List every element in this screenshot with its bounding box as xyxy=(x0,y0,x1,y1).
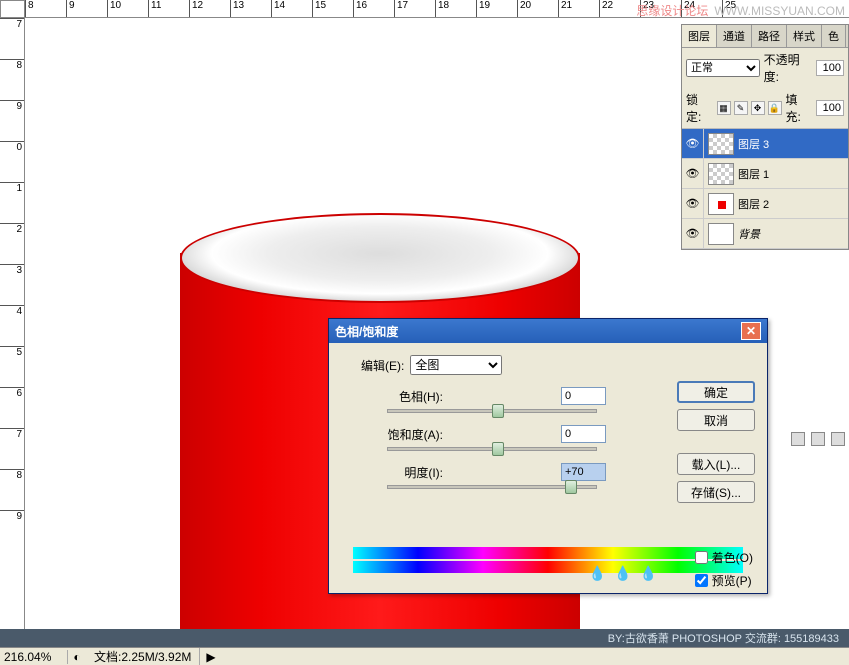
hue-slider[interactable] xyxy=(387,409,597,413)
mini-icon-3[interactable] xyxy=(831,432,845,446)
opacity-label: 不透明度: xyxy=(764,51,812,85)
footer-credit: BY:古欲香萧 PHOTOSHOP 交流群: 155189433 xyxy=(0,629,849,647)
layer-thumbnail[interactable] xyxy=(708,163,734,185)
lock-move-icon[interactable]: ✥ xyxy=(751,101,765,115)
layer-row[interactable]: 图层 2 xyxy=(682,189,848,219)
tab-styles[interactable]: 样式 xyxy=(787,25,822,47)
lock-paint-icon[interactable]: ✎ xyxy=(734,101,748,115)
document-size: 文档:2.25M/3.92M xyxy=(86,648,200,665)
ruler-corner xyxy=(0,0,25,18)
eyedropper-plus-icon[interactable]: 💧 xyxy=(614,565,631,582)
saturation-label: 饱和度(A): xyxy=(341,426,451,443)
hue-label: 色相(H): xyxy=(341,388,451,405)
colorize-checkbox[interactable]: 着色(O) xyxy=(695,549,753,566)
layers-panel: 图层 通道 路径 样式 色 正常 不透明度: 锁定: ▦ ✎ ✥ 🔒 填充: 图… xyxy=(681,24,849,250)
watermark: 思缘设计论坛WWW.MISSYUAN.COM xyxy=(636,2,845,19)
load-button[interactable]: 载入(L)... xyxy=(677,453,755,475)
layer-name-label: 图层 1 xyxy=(738,166,769,182)
lightness-slider[interactable] xyxy=(387,485,597,489)
eyedropper-tools: 💧 💧 💧 xyxy=(589,565,657,582)
hue-slider-thumb[interactable] xyxy=(492,404,504,418)
zoom-level[interactable]: 216.04% xyxy=(0,650,68,664)
layer-name-label: 图层 2 xyxy=(738,196,769,212)
saturation-input[interactable] xyxy=(561,425,606,443)
layer-name-label: 图层 3 xyxy=(738,136,769,152)
edit-label: 编辑(E): xyxy=(361,357,404,374)
lightness-label: 明度(I): xyxy=(341,464,451,481)
dialog-title: 色相/饱和度 xyxy=(335,323,741,340)
blend-mode-select[interactable]: 正常 xyxy=(686,59,760,77)
dialog-titlebar[interactable]: 色相/饱和度 ✕ xyxy=(329,319,767,343)
tab-color[interactable]: 色 xyxy=(822,25,846,47)
panel-tabs: 图层 通道 路径 样式 色 xyxy=(682,25,848,48)
tab-layers[interactable]: 图层 xyxy=(682,25,717,47)
saturation-slider[interactable] xyxy=(387,447,597,451)
status-flyout-icon[interactable]: ▶ xyxy=(200,650,221,664)
ok-button[interactable]: 确定 xyxy=(677,381,755,403)
opacity-input[interactable] xyxy=(816,60,844,76)
hue-input[interactable] xyxy=(561,387,606,405)
visibility-eye-icon[interactable] xyxy=(682,159,704,189)
visibility-eye-icon[interactable] xyxy=(682,129,704,159)
hue-spectrum-top xyxy=(353,547,743,559)
tab-paths[interactable]: 路径 xyxy=(752,25,787,47)
tab-channels[interactable]: 通道 xyxy=(717,25,752,47)
fill-label: 填充: xyxy=(786,91,813,125)
close-button[interactable]: ✕ xyxy=(741,322,761,340)
saturation-slider-thumb[interactable] xyxy=(492,442,504,456)
layer-row[interactable]: 背景 xyxy=(682,219,848,249)
ruler-vertical: 7890123456789 xyxy=(0,18,25,647)
layer-thumbnail[interactable] xyxy=(708,133,734,155)
layer-name-label: 背景 xyxy=(738,226,760,242)
panel-mini-icons xyxy=(791,432,845,446)
eyedropper-minus-icon[interactable]: 💧 xyxy=(640,565,657,582)
lock-all-icon[interactable]: 🔒 xyxy=(768,101,782,115)
mini-icon-2[interactable] xyxy=(811,432,825,446)
hue-saturation-dialog: 色相/饱和度 ✕ 编辑(E): 全图 色相(H): 饱和度(A): 明度(I):… xyxy=(328,318,768,594)
lightness-input[interactable] xyxy=(561,463,606,481)
fill-input[interactable] xyxy=(816,100,844,116)
lock-label: 锁定: xyxy=(686,91,713,125)
visibility-eye-icon[interactable] xyxy=(682,189,704,219)
cancel-button[interactable]: 取消 xyxy=(677,409,755,431)
lock-transparency-icon[interactable]: ▦ xyxy=(717,101,731,115)
eyedropper-icon[interactable]: 💧 xyxy=(589,565,606,582)
status-bar: 216.04% ◐ 文档:2.25M/3.92M ▶ xyxy=(0,647,849,665)
layer-row[interactable]: 图层 1 xyxy=(682,159,848,189)
hue-spectrum-bottom xyxy=(353,561,743,573)
layer-thumbnail[interactable] xyxy=(708,223,734,245)
lightness-slider-thumb[interactable] xyxy=(565,480,577,494)
preview-checkbox[interactable]: 预览(P) xyxy=(695,572,753,589)
layer-thumbnail[interactable] xyxy=(708,193,734,215)
layer-row[interactable]: 图层 3 xyxy=(682,129,848,159)
mini-icon-1[interactable] xyxy=(791,432,805,446)
edit-select[interactable]: 全图 xyxy=(410,355,502,375)
visibility-eye-icon[interactable] xyxy=(682,219,704,249)
save-button[interactable]: 存储(S)... xyxy=(677,481,755,503)
